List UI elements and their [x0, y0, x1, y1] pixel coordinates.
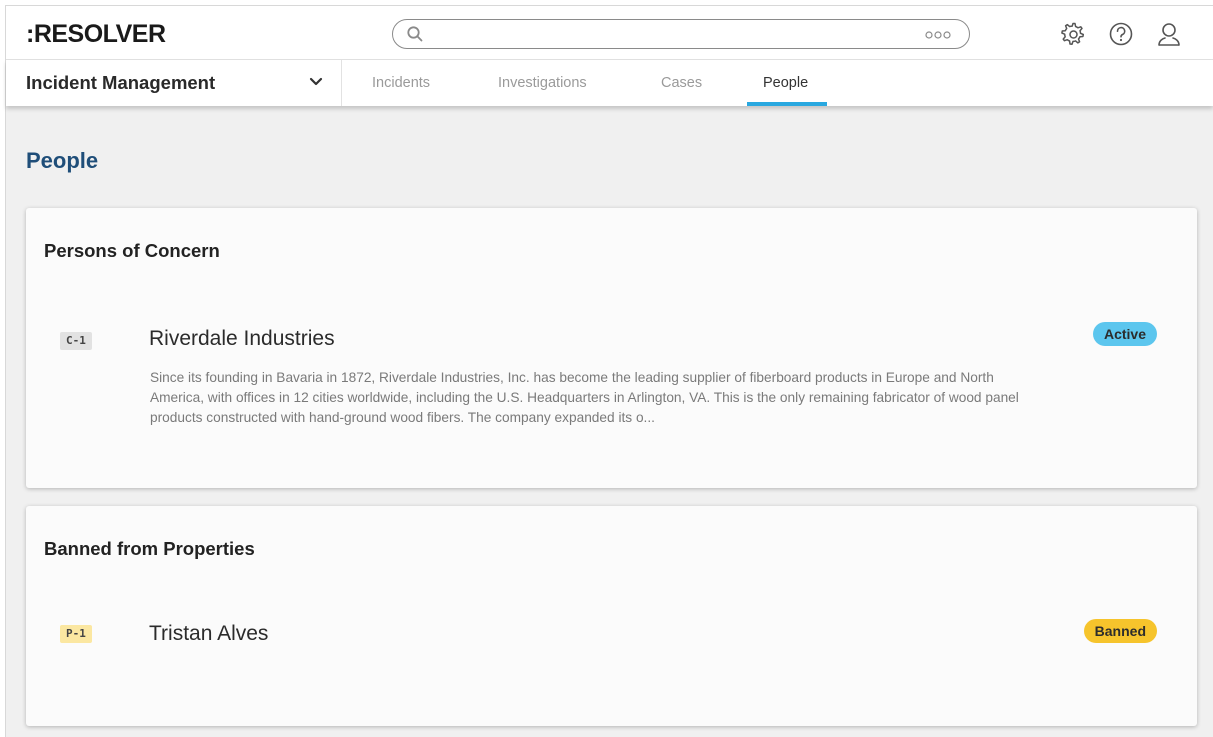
status-badge: Active: [1092, 322, 1157, 346]
chevron-down-icon[interactable]: [309, 77, 323, 87]
tab-investigations[interactable]: Investigations: [498, 75, 587, 91]
record-description: Since its founding in Bavaria in 1872, R…: [150, 370, 1019, 425]
app-nav-bar: Incident Management Incidents Investigat…: [6, 60, 1213, 106]
app-switcher[interactable]: Incident Management: [6, 60, 342, 106]
app-frame: :RESOLVER Incident Management Incidents …: [5, 5, 1213, 737]
resolver-logo[interactable]: :RESOLVER: [26, 20, 166, 49]
tab-cases[interactable]: Cases: [661, 75, 702, 91]
settings-gear-icon[interactable]: [1060, 21, 1086, 47]
record-id-badge: C-1: [60, 332, 92, 350]
search-bar[interactable]: [392, 19, 970, 49]
section-card-banned-from-properties: Banned from Properties P-1 Tristan Alves…: [26, 506, 1197, 726]
page-title: People: [26, 148, 99, 173]
active-tab-indicator: [747, 102, 827, 106]
record-id-badge: P-1: [60, 625, 92, 643]
record-name-link[interactable]: Riverdale Industries: [149, 327, 335, 351]
tab-people[interactable]: People: [763, 75, 808, 91]
section-title: Banned from Properties: [44, 538, 255, 559]
tab-incidents[interactable]: Incidents: [372, 75, 430, 91]
help-icon[interactable]: [1108, 21, 1134, 47]
section-card-persons-of-concern: Persons of Concern C-1 Riverdale Industr…: [26, 208, 1197, 488]
status-badge: Banned: [1083, 619, 1157, 643]
user-profile-icon[interactable]: [1156, 21, 1182, 47]
more-options-icon[interactable]: [925, 31, 951, 39]
app-name: Incident Management: [26, 72, 216, 93]
top-header: :RESOLVER: [6, 6, 1213, 60]
section-title: Persons of Concern: [44, 240, 220, 261]
search-icon[interactable]: [406, 25, 424, 43]
record-name-link[interactable]: Tristan Alves: [149, 622, 268, 646]
